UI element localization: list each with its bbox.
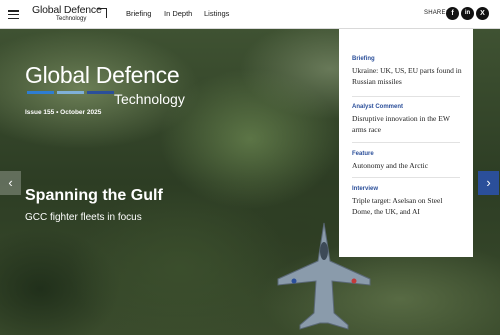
logo-line-2: Technology — [56, 16, 87, 22]
nav-in-depth[interactable]: In Depth — [164, 9, 192, 18]
facebook-icon[interactable]: f — [446, 7, 459, 20]
cover-subheadline: GCC fighter fleets in focus — [25, 212, 142, 223]
panel-item-title[interactable]: Autonomy and the Arctic — [352, 160, 464, 171]
divider — [352, 177, 460, 178]
nav-listings[interactable]: Listings — [204, 9, 229, 18]
panel-item-category: Interview — [352, 186, 379, 192]
expand-icon[interactable] — [97, 8, 107, 18]
panel-item-title[interactable]: Disruptive innovation in the EW arms rac… — [352, 113, 464, 135]
x-icon[interactable]: X — [476, 7, 489, 20]
top-bar: Global Defence Technology Briefing In De… — [0, 0, 500, 29]
cover-brand-line-2: Technology — [114, 91, 185, 107]
cover-brand-line-1: Global Defence — [25, 62, 180, 88]
brand-bar — [27, 91, 54, 94]
cover-brand: Global Defence Technology — [25, 62, 185, 107]
panel-item[interactable]: Interview Triple target: Aselsan on Stee… — [352, 186, 464, 217]
linkedin-icon[interactable]: in — [461, 7, 474, 20]
panel-item-title[interactable]: Triple target: Aselsan on Steel Dome, th… — [352, 195, 464, 217]
hero-cover[interactable]: Global Defence Technology Issue 155 • Oc… — [0, 29, 500, 335]
issue-number: Issue 155 • October 2025 — [25, 109, 102, 116]
featured-articles-panel: Briefing Ukraine: UK, US, EU parts found… — [339, 29, 473, 257]
panel-item-category: Analyst Comment — [352, 104, 404, 110]
brand-bar — [57, 91, 84, 94]
divider — [352, 96, 460, 97]
panel-item-category: Feature — [352, 151, 374, 157]
panel-item[interactable]: Feature Autonomy and the Arctic — [352, 151, 464, 171]
panel-item[interactable]: Analyst Comment Disruptive innovation in… — [352, 104, 464, 135]
nav-briefing[interactable]: Briefing — [126, 9, 151, 18]
divider — [352, 142, 460, 143]
panel-item-category: Briefing — [352, 56, 375, 62]
panel-item-title[interactable]: Ukraine: UK, US, EU parts found in Russi… — [352, 65, 464, 87]
next-arrow-button[interactable]: › — [478, 171, 499, 195]
prev-arrow-button[interactable]: ‹ — [0, 171, 21, 195]
share-label: SHARE: — [424, 10, 448, 16]
brand-bar — [87, 91, 114, 94]
cover-headline[interactable]: Spanning the Gulf — [25, 187, 163, 205]
menu-icon[interactable] — [8, 10, 19, 20]
panel-item[interactable]: Briefing Ukraine: UK, US, EU parts found… — [352, 56, 464, 87]
